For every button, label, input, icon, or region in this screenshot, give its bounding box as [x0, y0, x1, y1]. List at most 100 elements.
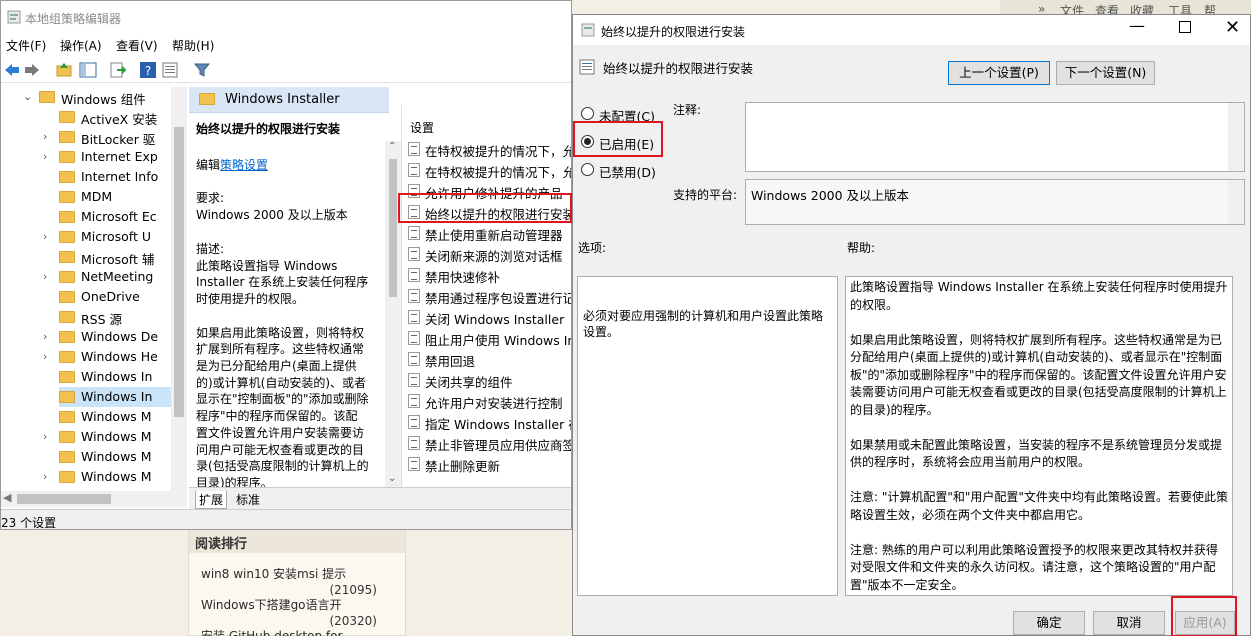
tree-item-label: Microsoft 辅 [81, 252, 155, 267]
tree-item[interactable]: › Internet Exp [43, 147, 171, 167]
tree-item-label: Windows M [81, 449, 152, 464]
tree-item-label: Microsoft Ec [81, 209, 157, 224]
show-hide-tree-icon[interactable] [79, 61, 97, 79]
tree-item[interactable]: ActiveX 安装 [59, 107, 171, 127]
requirements-value: Windows 2000 及以上版本 [196, 208, 348, 223]
comment-textarea[interactable] [745, 102, 1245, 172]
ranking-link-1[interactable]: win8 win10 安装msi 提示 [201, 565, 346, 582]
ranking-count-1: (21095) [329, 583, 377, 597]
policy-icon [408, 226, 420, 240]
tab-extended[interactable]: 扩展 [195, 491, 228, 509]
tree-item[interactable]: Windows In [59, 387, 171, 407]
tree-item[interactable]: › Windows M [43, 467, 171, 487]
tree-item[interactable]: ⌄ Windows 组件 [23, 87, 171, 107]
menu-file[interactable]: 文件(F) [6, 37, 46, 54]
minimize-icon[interactable]: — [1129, 16, 1145, 35]
tree-item[interactable]: Windows M [59, 447, 171, 467]
tree-item-label: Windows 组件 [61, 92, 146, 107]
previous-setting-button[interactable]: 上一个设置(P) [948, 61, 1050, 85]
setting-name: 允许用户对安装进行控制 [425, 396, 563, 411]
tree-item[interactable]: Windows M [59, 407, 171, 427]
setting-name: 关闭新来源的浏览对话框 [425, 249, 563, 264]
chevron-right-icon[interactable]: › [43, 130, 55, 143]
setting-name: 在特权被提升的情况下，允许 [425, 144, 572, 159]
chevron-right-icon[interactable]: › [43, 330, 55, 343]
folder-icon [59, 191, 75, 203]
tree-item[interactable]: › BitLocker 驱 [43, 127, 171, 147]
edit-policy-link[interactable]: 策略设置 [220, 158, 268, 172]
gpedit-app-icon [7, 10, 21, 24]
next-setting-button[interactable]: 下一个设置(N) [1056, 61, 1155, 85]
ranking-link-3[interactable]: 安装 GitHub desktop for [201, 627, 346, 636]
tree-item-label: Windows M [81, 469, 152, 484]
status-bar: 23 个设置 [1, 509, 571, 529]
gpedit-titlebar: 本地组策略编辑器 [1, 1, 571, 33]
tree-horizontal-scrollbar[interactable]: ◀ [1, 491, 187, 507]
chevron-down-icon[interactable]: ⌄ [23, 90, 35, 103]
description-pane: 始终以提升的权限进行安装 编辑策略设置 要求: Windows 2000 及以上… [189, 113, 389, 487]
highlight-apply-button [1171, 596, 1237, 636]
folder-icon [59, 391, 75, 403]
tree-item[interactable]: › Windows De [43, 327, 171, 347]
chevron-right-icon[interactable]: › [43, 470, 55, 483]
filter-icon[interactable] [193, 61, 211, 79]
setting-name: 关闭共享的组件 [425, 375, 513, 390]
chevron-right-icon[interactable]: › [43, 270, 55, 283]
tab-standard[interactable]: 标准 [233, 491, 263, 508]
tree-vertical-scrollbar[interactable] [171, 87, 187, 491]
chevron-right-icon[interactable]: › [43, 150, 55, 163]
policy-icon [408, 247, 420, 261]
tree-item[interactable]: RSS 源 [59, 307, 171, 327]
ok-button[interactable]: 确定 [1013, 611, 1085, 635]
setting-name: 在特权被提升的情况下，允许 [425, 165, 572, 180]
dialog-subtitle: 始终以提升的权限进行安装 [603, 61, 754, 76]
gpedit-menubar: 文件(F) 操作(A) 查看(V) 帮助(H) [1, 34, 571, 56]
policy-heading: 始终以提升的权限进行安装 [196, 122, 341, 136]
folder-icon [59, 311, 75, 323]
settings-list: 设置 在特权被提升的情况下，允许 在特权被提升的情况下，允许 允许用户修补提升的产品… [401, 105, 572, 487]
folder-icon [59, 411, 75, 423]
tree-item[interactable]: › NetMeeting [43, 267, 171, 287]
policy-icon [408, 457, 420, 471]
close-icon[interactable]: ✕ [1225, 17, 1240, 38]
tree-item[interactable]: Microsoft 辅 [59, 247, 171, 267]
mid-pane-title: Windows Installer [225, 92, 340, 107]
tree-item[interactable]: OneDrive [59, 287, 171, 307]
chevron-right-icon[interactable]: › [43, 230, 55, 243]
tree-item[interactable]: Microsoft Ec [59, 207, 171, 227]
menu-action[interactable]: 操作(A) [60, 37, 102, 54]
export-list-icon[interactable] [109, 61, 127, 79]
up-folder-icon[interactable] [55, 61, 73, 79]
policy-icon [408, 163, 420, 177]
help-icon[interactable]: ? [139, 61, 157, 79]
settings-column-header[interactable]: 设置 [410, 119, 434, 136]
edit-prefix: 编辑 [196, 157, 221, 172]
policy-icon [408, 310, 420, 324]
chevron-right-icon[interactable]: › [43, 430, 55, 443]
highlight-selected-setting [398, 193, 572, 223]
tree-item[interactable]: › Windows He [43, 347, 171, 367]
tree-item-label: OneDrive [81, 289, 140, 304]
back-arrow-icon[interactable] [3, 61, 21, 79]
tree-item[interactable]: › Microsoft U [43, 227, 171, 247]
dialog-app-icon [581, 23, 595, 37]
chevron-right-icon[interactable]: › [43, 350, 55, 363]
policy-icon [408, 268, 420, 282]
ranking-link-2[interactable]: Windows下搭建go语言开 [201, 596, 346, 613]
help-scrollbar[interactable] [1234, 276, 1250, 596]
view-tabs: 扩展 标准 [189, 487, 571, 509]
properties-icon[interactable] [161, 61, 179, 79]
cancel-button[interactable]: 取消 [1093, 611, 1165, 635]
tree-item[interactable]: Windows In [59, 367, 171, 387]
maximize-icon[interactable] [1179, 21, 1191, 33]
setting-name: 阻止用户使用 Windows Installer [425, 333, 571, 348]
menu-help[interactable]: 帮助(H) [172, 37, 214, 54]
policy-icon [408, 142, 420, 156]
tree-item[interactable]: › Windows M [43, 427, 171, 447]
menu-view[interactable]: 查看(V) [116, 37, 158, 54]
tree-item[interactable]: MDM [59, 187, 171, 207]
forward-arrow-icon[interactable] [23, 61, 41, 79]
setting-name: 指定 Windows Installer 在 [425, 417, 572, 432]
tree-item[interactable]: Internet Info [59, 167, 171, 187]
platform-label: 支持的平台: [673, 188, 738, 202]
